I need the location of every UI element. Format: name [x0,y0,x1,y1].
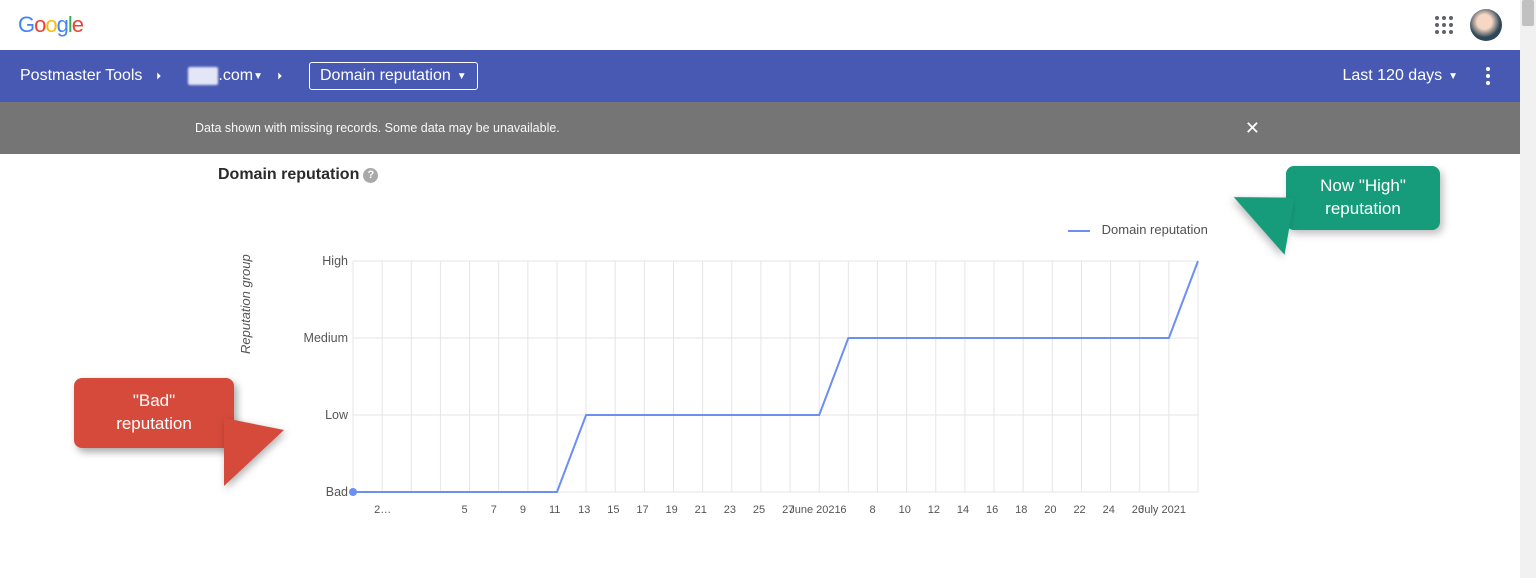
x-tick: 23 [724,504,736,516]
x-tick: 22 [1073,504,1085,516]
chevron-right-icon [152,69,166,83]
caret-down-icon: ▼ [253,71,263,82]
series-line [353,261,1198,492]
scroll-thumb[interactable] [1522,0,1534,26]
breadcrumb-domain-label: .com [218,67,253,85]
x-tick: 25 [753,504,765,516]
topbar: Google [0,0,1520,50]
timerange-selector[interactable]: Last 120 days ▼ [1342,67,1458,85]
annotation-bad-callout: "Bad" reputation [74,378,234,448]
callout-line: "Bad" [133,391,175,410]
page-title: Domain reputation ? [218,166,378,184]
x-tick: 14 [957,504,969,516]
scrollbar[interactable] [1520,0,1536,578]
apps-menu-button[interactable] [1428,9,1460,41]
vertical-gridlines [353,261,1198,492]
x-tick: 15 [607,504,619,516]
more-menu-icon[interactable] [1476,64,1500,88]
horizontal-gridlines [353,261,1198,492]
x-tick: June 2021 [789,504,840,516]
help-icon[interactable]: ? [363,168,378,183]
report-selector[interactable]: Domain reputation ▼ [309,62,478,90]
breadcrumb-root[interactable]: Postmaster Tools [20,67,170,85]
breadcrumb-root-label: Postmaster Tools [20,67,142,85]
x-tick: 8 [869,504,875,516]
x-tick: 6 [840,504,846,516]
caret-down-icon: ▼ [457,71,467,82]
notice-banner: Data shown with missing records. Some da… [0,102,1520,154]
notice-text: Data shown with missing records. Some da… [195,121,560,135]
caret-down-icon: ▼ [1448,71,1458,82]
x-tick: 10 [899,504,911,516]
x-tick: 7 [491,504,497,516]
notice-close-button[interactable]: ✕ [1245,118,1260,139]
annotation-high-callout: Now "High" reputation [1286,166,1440,230]
x-tick: 16 [986,504,998,516]
first-point [349,488,357,496]
x-tick: 13 [578,504,590,516]
page-title-text: Domain reputation [218,166,359,184]
x-tick: 11 [549,504,560,516]
breadcrumb-bar: Postmaster Tools .com ▼ Domain reputatio… [0,50,1520,102]
x-tick: 20 [1044,504,1056,516]
x-tick: 24 [1103,504,1115,516]
callout-line: reputation [116,414,192,433]
callout-tail [1225,187,1294,255]
chart [238,196,1208,506]
x-tick: 19 [666,504,678,516]
callout-line: reputation [1325,199,1401,218]
x-tick: 5 [462,504,468,516]
x-tick: 18 [1015,504,1027,516]
google-logo[interactable]: Google [18,12,83,38]
x-tick: 17 [636,504,648,516]
report-label: Domain reputation [320,67,451,85]
blur-mask [188,67,218,85]
timerange-label: Last 120 days [1342,67,1442,85]
x-tick: 2… [374,504,391,516]
apps-grid-icon [1435,16,1453,34]
x-tick: 9 [520,504,526,516]
chevron-right-icon [273,69,287,83]
x-tick: 21 [695,504,707,516]
callout-line: Now "High" [1320,176,1406,195]
x-tick: July 2021 [1139,504,1186,516]
callout-tail [224,418,284,486]
x-tick: 12 [928,504,940,516]
breadcrumb-domain[interactable]: .com ▼ [188,67,291,85]
avatar[interactable] [1470,9,1502,41]
